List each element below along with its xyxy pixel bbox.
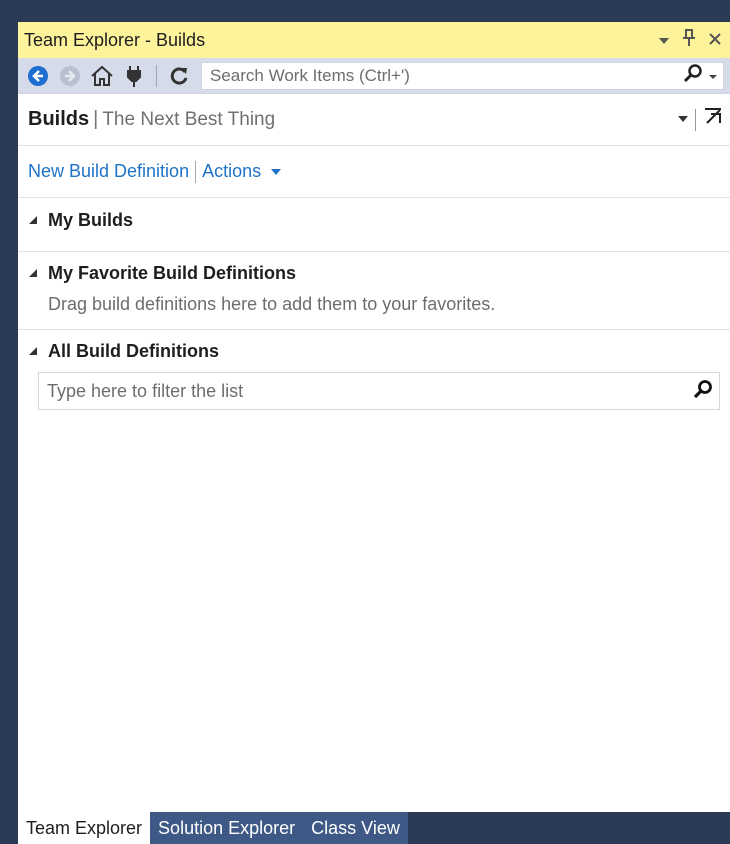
window-title: Team Explorer - Builds [24, 29, 206, 50]
favorite-build-definitions-header[interactable]: My Favorite Build Definitions [28, 252, 720, 294]
actions-label: Actions [202, 161, 262, 181]
refresh-icon[interactable] [165, 62, 193, 90]
my-builds-header[interactable]: My Builds [28, 198, 720, 242]
back-icon[interactable] [24, 62, 52, 90]
links-separator [195, 160, 197, 183]
title-separator: | [93, 108, 99, 130]
home-icon[interactable] [88, 62, 116, 90]
collapse-triangle-icon [28, 268, 44, 278]
bottom-tab-strip: Team Explorer Solution Explorer Class Vi… [18, 812, 730, 844]
favorite-build-definitions-section: My Favorite Build Definitions Drag build… [18, 252, 730, 330]
collapse-triangle-icon [28, 215, 44, 225]
team-project-name: The Next Best Thing [102, 108, 276, 130]
pin-icon[interactable] [682, 28, 696, 52]
filter-input[interactable] [45, 379, 693, 403]
filter-search-icon[interactable] [693, 379, 713, 404]
search-input[interactable] [208, 64, 683, 87]
search-work-items-box[interactable] [201, 61, 724, 90]
search-icon[interactable] [683, 63, 703, 88]
dropdown-icon[interactable] [658, 30, 670, 51]
page-header: Builds | The Next Best Thing [18, 94, 730, 146]
tab-class-view[interactable]: Class View [303, 812, 408, 844]
connect-icon[interactable] [120, 62, 148, 90]
toolbar-separator [156, 64, 157, 87]
my-builds-label: My Builds [48, 209, 134, 230]
favorite-build-definitions-label: My Favorite Build Definitions [48, 262, 297, 283]
filter-box[interactable] [38, 372, 720, 410]
actions-dropdown-icon [271, 169, 282, 175]
action-links: New Build Definition Actions [18, 146, 730, 198]
close-icon[interactable] [708, 30, 722, 51]
page-menu-dropdown-icon[interactable] [677, 111, 689, 129]
new-build-definition-link[interactable]: New Build Definition [28, 161, 189, 182]
all-build-definitions-label: All Build Definitions [48, 340, 219, 361]
actions-link[interactable]: Actions [202, 161, 282, 182]
tab-solution-explorer[interactable]: Solution Explorer [150, 812, 304, 844]
header-separator [695, 108, 696, 131]
my-builds-section: My Builds [18, 198, 730, 252]
forward-icon[interactable] [56, 62, 84, 90]
tab-team-explorer[interactable]: Team Explorer [18, 812, 151, 844]
all-build-definitions-section: All Build Definitions [18, 330, 730, 372]
title-bar: Team Explorer - Builds [18, 22, 730, 58]
toolbar [18, 58, 730, 94]
favorites-drag-hint: Drag build definitions here to add them … [48, 294, 496, 314]
search-options-icon[interactable] [709, 67, 717, 85]
all-build-definitions-header[interactable]: All Build Definitions [28, 330, 720, 372]
undock-icon[interactable] [702, 106, 724, 133]
collapse-triangle-icon [28, 346, 44, 356]
team-explorer-panel: Team Explorer - Builds Search Work Items… [18, 22, 730, 812]
page-title: Builds [28, 108, 90, 130]
